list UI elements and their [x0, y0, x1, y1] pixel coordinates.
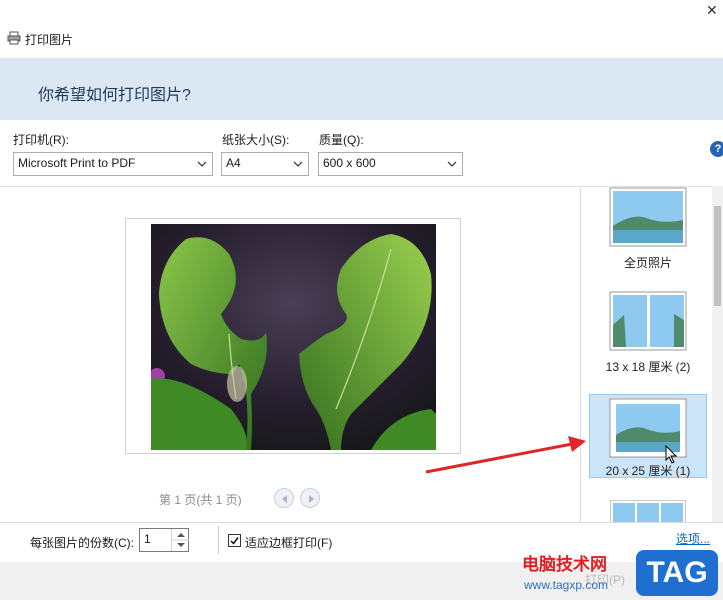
- chevron-down-icon: [447, 161, 457, 167]
- chevron-down-icon: [293, 161, 303, 167]
- mouse-cursor-icon: [665, 444, 679, 468]
- watermark-text: 电脑技术网: [522, 555, 607, 574]
- printer-select-value: Microsoft Print to PDF: [18, 156, 136, 170]
- fit-checkbox[interactable]: [228, 534, 241, 547]
- paper-size-label: 纸张大小(S):: [222, 133, 290, 147]
- layout-13x18-label: 13 x 18 厘米 (2): [605, 360, 691, 374]
- layout-next-partial[interactable]: [610, 500, 686, 522]
- watermark-logo: TAG: [636, 550, 718, 596]
- printer-select[interactable]: Microsoft Print to PDF: [13, 152, 213, 176]
- landscape-thumbnail: [609, 187, 687, 247]
- page-indicator: 第 1 页(共 1 页): [159, 493, 242, 507]
- watermark-url: www.tagxp.com: [524, 578, 609, 592]
- fit-label: 适应边框打印(F): [245, 536, 333, 550]
- paper-size-select[interactable]: A4: [221, 152, 309, 176]
- chevron-down-icon: [197, 161, 207, 167]
- quality-value: 600 x 600: [323, 156, 376, 170]
- quality-select[interactable]: 600 x 600: [318, 152, 463, 176]
- copies-stepper[interactable]: [171, 529, 189, 551]
- printer-label: 打印机(R):: [13, 133, 69, 147]
- help-icon[interactable]: ?: [710, 141, 723, 157]
- prev-page-button[interactable]: [274, 488, 294, 508]
- title-bar: [0, 0, 723, 58]
- quality-label: 质量(Q):: [319, 133, 364, 147]
- window-title: 打印图片: [25, 33, 74, 47]
- next-page-button[interactable]: [300, 488, 320, 508]
- chevron-right-icon: [309, 495, 314, 503]
- portrait-pair-thumbnail: [609, 291, 687, 351]
- leaf-photo: [149, 224, 436, 450]
- layout-20x25-label: 20 x 25 厘米 (1): [605, 464, 691, 478]
- printer-icon: [7, 31, 21, 45]
- layout-full-page-label: 全页照片: [623, 256, 672, 270]
- chevron-left-icon: [282, 495, 287, 503]
- divider: [218, 526, 219, 554]
- checkmark-icon: [230, 537, 239, 545]
- close-icon[interactable]: ✕: [706, 2, 718, 19]
- copies-label: 每张图片的份数(C):: [30, 536, 134, 550]
- options-link[interactable]: 选项...: [676, 530, 710, 547]
- scrollbar-thumb[interactable]: [714, 206, 721, 306]
- thumbnail-partial: [610, 500, 686, 522]
- paper-size-value: A4: [226, 156, 241, 170]
- layout-full-page[interactable]: [604, 186, 692, 248]
- annotation-arrow-icon: [425, 436, 586, 474]
- page-title: 你希望如何打印图片?: [38, 87, 191, 104]
- layout-13x18[interactable]: [604, 290, 692, 352]
